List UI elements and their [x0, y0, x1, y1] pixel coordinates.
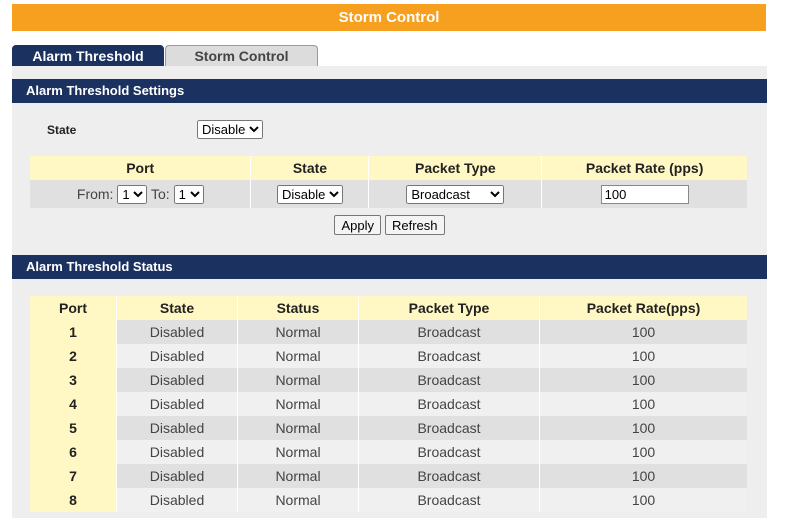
table-row: 6 Disabled Normal Broadcast 100: [30, 440, 747, 464]
status-status-cell: Normal: [237, 320, 359, 344]
col-packet-type-header: Packet Type: [368, 156, 542, 180]
port-range-cell: From: 1 To: 1: [30, 180, 251, 208]
status-status-cell: Normal: [237, 440, 359, 464]
col-packet-rate-header: Packet Rate (pps): [541, 156, 747, 180]
table-row: 3 Disabled Normal Broadcast 100: [30, 368, 747, 392]
packet-type-select[interactable]: Broadcast: [406, 184, 505, 204]
status-rate-cell: 100: [539, 368, 747, 392]
status-state-cell: Disabled: [116, 392, 238, 416]
to-port-select[interactable]: 1: [173, 184, 204, 204]
status-port-cell: 2: [30, 344, 117, 368]
tab-alarm-threshold[interactable]: Alarm Threshold: [12, 45, 164, 66]
status-state-cell: Disabled: [116, 488, 238, 512]
status-rate-cell: 100: [539, 416, 747, 440]
apply-button[interactable]: Apply: [334, 215, 381, 235]
status-state-cell: Disabled: [116, 344, 238, 368]
to-label: To:: [150, 185, 170, 202]
status-packet-type-cell: Broadcast: [358, 392, 540, 416]
status-rate-cell: 100: [539, 464, 747, 488]
status-status-cell: Normal: [237, 368, 359, 392]
status-state-cell: Disabled: [116, 464, 238, 488]
global-state-label: State: [47, 123, 77, 137]
col-port-header: Port: [30, 156, 251, 180]
status-port-cell: 8: [30, 488, 117, 512]
status-col-packet-type: Packet Type: [358, 296, 540, 320]
status-table: Port State Status Packet Type Packet Rat…: [30, 296, 747, 512]
col-state-header: State: [250, 156, 369, 180]
status-packet-type-cell: Broadcast: [358, 368, 540, 392]
status-status-cell: Normal: [237, 416, 359, 440]
status-state-cell: Disabled: [116, 320, 238, 344]
settings-section-header: Alarm Threshold Settings: [12, 79, 767, 103]
status-port-cell: 6: [30, 440, 117, 464]
table-row: 2 Disabled Normal Broadcast 100: [30, 344, 747, 368]
table-row: 8 Disabled Normal Broadcast 100: [30, 488, 747, 512]
status-status-cell: Normal: [237, 392, 359, 416]
table-row: 7 Disabled Normal Broadcast 100: [30, 464, 747, 488]
status-port-cell: 3: [30, 368, 117, 392]
row-state-select[interactable]: Disable: [276, 184, 343, 204]
status-packet-type-cell: Broadcast: [358, 344, 540, 368]
status-rate-cell: 100: [539, 488, 747, 512]
status-port-cell: 7: [30, 464, 117, 488]
status-table-body: 1 Disabled Normal Broadcast 100 2 Disabled Norm…: [30, 320, 747, 512]
status-status-cell: Normal: [237, 488, 359, 512]
table-row: 5 Disabled Normal Broadcast 100: [30, 416, 747, 440]
status-packet-type-cell: Broadcast: [358, 320, 540, 344]
table-row: 1 Disabled Normal Broadcast 100: [30, 320, 747, 344]
status-port-cell: 1: [30, 320, 117, 344]
status-col-status: Status: [237, 296, 359, 320]
status-section-header: Alarm Threshold Status: [12, 255, 767, 279]
refresh-button[interactable]: Refresh: [385, 215, 445, 235]
packet-rate-cell: [541, 180, 747, 208]
status-packet-type-cell: Broadcast: [358, 464, 540, 488]
action-row: Apply Refresh: [12, 215, 767, 235]
packet-rate-input[interactable]: [600, 184, 689, 204]
status-status-cell: Normal: [237, 464, 359, 488]
status-col-state: State: [116, 296, 238, 320]
status-state-cell: Disabled: [116, 368, 238, 392]
status-rate-cell: 100: [539, 344, 747, 368]
global-state-select[interactable]: Disable: [197, 120, 263, 139]
row-state-cell: Disable: [250, 180, 369, 208]
status-col-port: Port: [30, 296, 117, 320]
status-rate-cell: 100: [539, 320, 747, 344]
packet-type-cell: Broadcast: [368, 180, 542, 208]
status-rate-cell: 100: [539, 392, 747, 416]
status-state-cell: Disabled: [116, 440, 238, 464]
settings-table: Port State Packet Type Packet Rate (pps)…: [30, 156, 747, 208]
status-port-cell: 4: [30, 392, 117, 416]
status-packet-type-cell: Broadcast: [358, 440, 540, 464]
status-packet-type-cell: Broadcast: [358, 416, 540, 440]
main-panel: Alarm Threshold Settings State Disable P…: [12, 66, 767, 518]
table-row: 4 Disabled Normal Broadcast 100: [30, 392, 747, 416]
from-port-select[interactable]: 1: [117, 184, 148, 204]
status-col-packet-rate: Packet Rate(pps): [539, 296, 747, 320]
status-port-cell: 5: [30, 416, 117, 440]
tab-storm-control[interactable]: Storm Control: [165, 45, 318, 66]
from-label: From:: [76, 185, 114, 202]
status-status-cell: Normal: [237, 344, 359, 368]
status-rate-cell: 100: [539, 440, 747, 464]
status-state-cell: Disabled: [116, 416, 238, 440]
page-title: Storm Control: [12, 4, 766, 31]
status-packet-type-cell: Broadcast: [358, 488, 540, 512]
